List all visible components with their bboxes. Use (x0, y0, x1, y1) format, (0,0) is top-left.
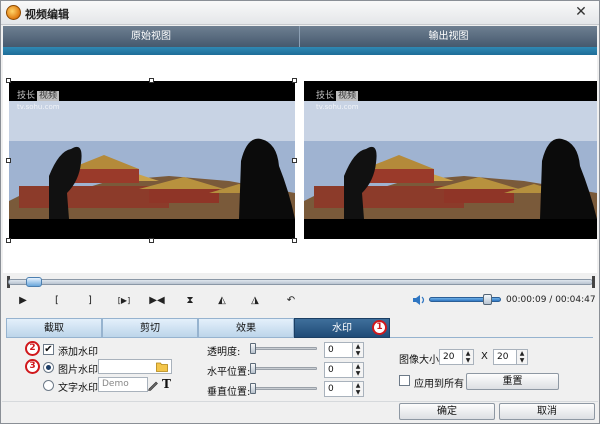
volume-thumb[interactable] (483, 294, 492, 305)
play-range-icon[interactable]: [▶] (113, 293, 135, 309)
video-preview-area: 原始视图 输出视图 技长 视频 tv.sohu.com 技长 视频 tv.soh… (3, 26, 597, 273)
step-badge-3: 3 (25, 359, 40, 374)
time-display: 00:00:09 / 00:04:47 (506, 295, 596, 305)
opacity-thumb[interactable] (250, 343, 256, 354)
rotate-right-icon[interactable]: ◮ (246, 293, 264, 309)
text-font-icon[interactable]: T (162, 377, 171, 391)
opacity-label: 透明度: (207, 347, 241, 358)
watermark-brand-box: 视频 (37, 91, 60, 101)
pen-icon[interactable] (147, 379, 159, 391)
apply-to-all-label: 应用到所有 (414, 379, 464, 390)
horizontal-position-spinner[interactable]: ▲ ▼ (352, 362, 364, 378)
output-view-header: 输出视图 (300, 26, 597, 47)
horizontal-position-label: 水平位置: (207, 367, 251, 378)
opacity-spinner[interactable]: ▲ ▼ (352, 342, 364, 358)
output-view-strip (300, 47, 597, 55)
image-width-spinner[interactable]: ▲ ▼ (462, 349, 474, 365)
time-separator: / (546, 295, 556, 305)
undo-icon[interactable]: ↶ (282, 293, 300, 309)
vertical-position-slider[interactable] (250, 387, 317, 390)
text-watermark-label: 文字水印: (58, 383, 102, 394)
timeline-thumb[interactable] (26, 277, 42, 287)
crop-handle-left[interactable] (6, 158, 11, 163)
watermark-preview: 技长 视频 tv.sohu.com (17, 91, 60, 112)
tab-bar-remainder (390, 318, 593, 338)
crop-handle-top[interactable] (149, 78, 154, 83)
image-size-label: 图像大小 (399, 355, 439, 366)
vertical-position-label: 垂直位置: (207, 387, 251, 398)
image-width-input[interactable]: 20 (439, 349, 463, 365)
crop-handle-top-right[interactable] (292, 78, 297, 83)
add-watermark-label: 添加水印 (58, 347, 98, 358)
text-watermark-input[interactable]: Demo (98, 377, 148, 392)
tab-trim[interactable]: 截取 (6, 318, 102, 338)
flip-vertical-icon[interactable]: ⧗ (181, 293, 199, 309)
horizontal-position-thumb[interactable] (250, 363, 256, 374)
output-watermark-url-text: tv.sohu.com (316, 103, 359, 111)
watermark-url-text: tv.sohu.com (17, 103, 60, 111)
vertical-position-thumb[interactable] (250, 383, 256, 394)
horizontal-position-slider[interactable] (250, 367, 317, 370)
vertical-position-spinner[interactable]: ▲ ▼ (352, 381, 364, 397)
image-height-input[interactable]: 20 (493, 349, 517, 365)
mark-out-icon[interactable]: ] (81, 293, 99, 309)
original-view-header: 原始视图 (3, 26, 300, 47)
total-time: 00:04:47 (555, 295, 596, 305)
output-watermark-preview: 技长 视频 tv.sohu.com (316, 91, 359, 112)
crop-handle-bottom[interactable] (149, 238, 154, 243)
app-logo-icon (6, 5, 21, 20)
rotate-left-icon[interactable]: ◭ (213, 293, 231, 309)
crop-handle-right[interactable] (292, 158, 297, 163)
output-watermark-brand-text: 技长 (316, 91, 335, 101)
text-watermark-radio[interactable] (43, 380, 54, 391)
current-time: 00:00:09 (506, 295, 547, 305)
skip-marks-icon[interactable]: ▶◀ (148, 293, 166, 309)
mark-in-icon[interactable]: [ (48, 293, 66, 309)
window-title: 视频编辑 (25, 8, 69, 21)
output-video-frame: 技长 视频 tv.sohu.com (304, 81, 597, 239)
timeline-slider[interactable] (8, 277, 593, 287)
crop-handle-top-left[interactable] (6, 78, 11, 83)
ok-button[interactable]: 确定 (399, 403, 495, 420)
folder-icon[interactable] (156, 361, 168, 372)
close-button[interactable]: ✕ (571, 3, 591, 21)
original-video-frame[interactable]: 技长 视频 tv.sohu.com (9, 81, 295, 239)
edit-tabs: 截取 剪切 效果 水印 (6, 318, 593, 338)
original-view-strip (3, 47, 300, 55)
apply-to-all-checkbox[interactable] (399, 375, 410, 386)
watermark-brand-text: 技长 (17, 91, 36, 101)
video-edit-window: 视频编辑 ✕ 原始视图 输出视图 技长 视频 tv.sohu.com 技长 视频… (0, 0, 600, 424)
image-watermark-label: 图片水印: (58, 365, 102, 376)
title-bar: 视频编辑 ✕ (1, 1, 599, 25)
image-size-separator: X (481, 351, 488, 362)
step-badge-2: 2 (25, 341, 40, 356)
tab-effect[interactable]: 效果 (198, 318, 294, 338)
image-watermark-radio[interactable] (43, 362, 54, 373)
volume-icon[interactable] (412, 294, 426, 306)
image-height-spinner[interactable]: ▲ ▼ (516, 349, 528, 365)
tab-crop[interactable]: 剪切 (102, 318, 198, 338)
crop-handle-bottom-left[interactable] (6, 238, 11, 243)
output-watermark-brand-box: 视频 (336, 91, 359, 101)
timeline-end-cap (592, 276, 595, 288)
step-badge-1: 1 (372, 320, 387, 335)
crop-handle-bottom-right[interactable] (292, 238, 297, 243)
reset-button[interactable]: 重置 (466, 373, 559, 390)
cancel-button[interactable]: 取消 (499, 403, 595, 420)
play-icon[interactable]: ▶ (14, 293, 32, 309)
add-watermark-checkbox[interactable]: ✔ (43, 344, 54, 355)
opacity-slider[interactable] (250, 347, 317, 350)
